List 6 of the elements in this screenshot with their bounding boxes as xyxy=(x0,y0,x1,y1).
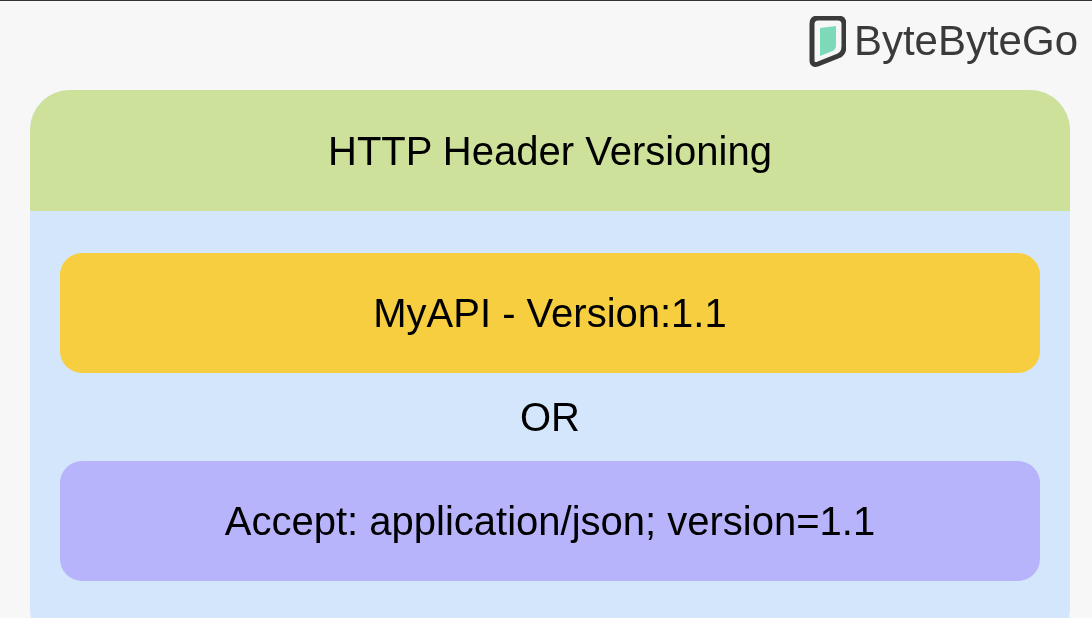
or-label: OR xyxy=(520,394,580,441)
card-title: HTTP Header Versioning xyxy=(328,127,772,175)
header-example-box: MyAPI - Version:1.1 xyxy=(60,253,1040,373)
logo-icon xyxy=(807,16,846,68)
accept-header-box: Accept: application/json; version=1.1 xyxy=(60,461,1040,581)
logo-text: ByteByteGo xyxy=(853,16,1078,66)
